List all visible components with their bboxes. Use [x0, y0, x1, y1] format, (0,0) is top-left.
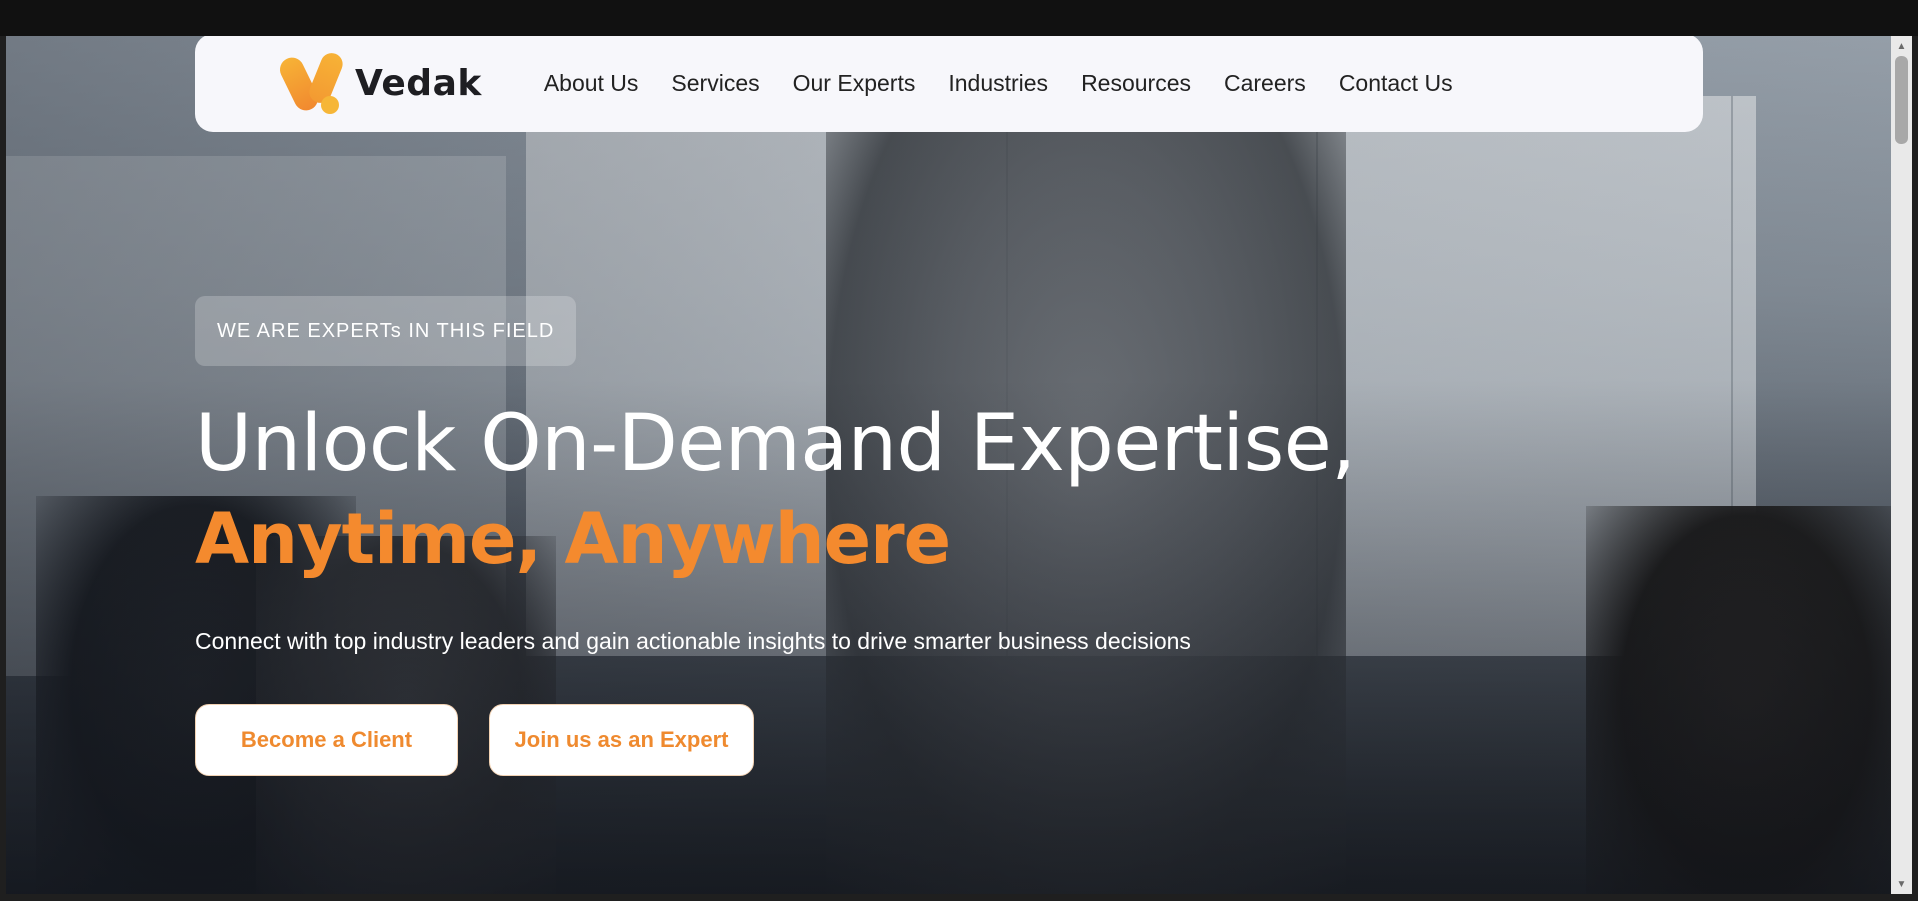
brand-name: Vedak: [355, 62, 482, 104]
page-viewport: Vedak About Us Services Our Experts Indu…: [6, 36, 1891, 894]
nav-item-about-us[interactable]: About Us: [544, 70, 639, 97]
nav-links: About Us Services Our Experts Industries…: [544, 70, 1453, 97]
become-client-button[interactable]: Become a Client: [195, 704, 458, 776]
browser-top-strip: [0, 0, 1918, 36]
nav-item-industries[interactable]: Industries: [948, 70, 1048, 97]
hero-subtext: Connect with top industry leaders and ga…: [195, 628, 1191, 654]
browser-frame: Vedak About Us Services Our Experts Indu…: [0, 0, 1918, 901]
hero-headline: Unlock On-Demand Expertise,: [195, 399, 1356, 489]
vedak-logo-icon: [275, 49, 346, 115]
scroll-down-arrow-icon[interactable]: ▼: [1891, 874, 1912, 894]
hero-eyebrow-badge: WE ARE EXPERTs IN THIS FIELD: [195, 296, 577, 366]
nav-item-our-experts[interactable]: Our Experts: [793, 70, 916, 97]
nav-item-services[interactable]: Services: [671, 70, 759, 97]
nav-item-careers[interactable]: Careers: [1224, 70, 1306, 97]
brand-logo[interactable]: Vedak: [275, 49, 482, 115]
vertical-scrollbar[interactable]: ▲ ▼: [1891, 36, 1912, 894]
scrollbar-thumb[interactable]: [1895, 56, 1908, 144]
scroll-up-arrow-icon[interactable]: ▲: [1891, 36, 1912, 56]
nav-item-resources[interactable]: Resources: [1081, 70, 1191, 97]
top-navbar: Vedak About Us Services Our Experts Indu…: [195, 36, 1703, 132]
nav-item-contact-us[interactable]: Contact Us: [1339, 70, 1453, 97]
join-expert-button[interactable]: Join us as an Expert: [489, 704, 754, 776]
hero-headline-accent: Anytime, Anywhere: [195, 498, 951, 580]
